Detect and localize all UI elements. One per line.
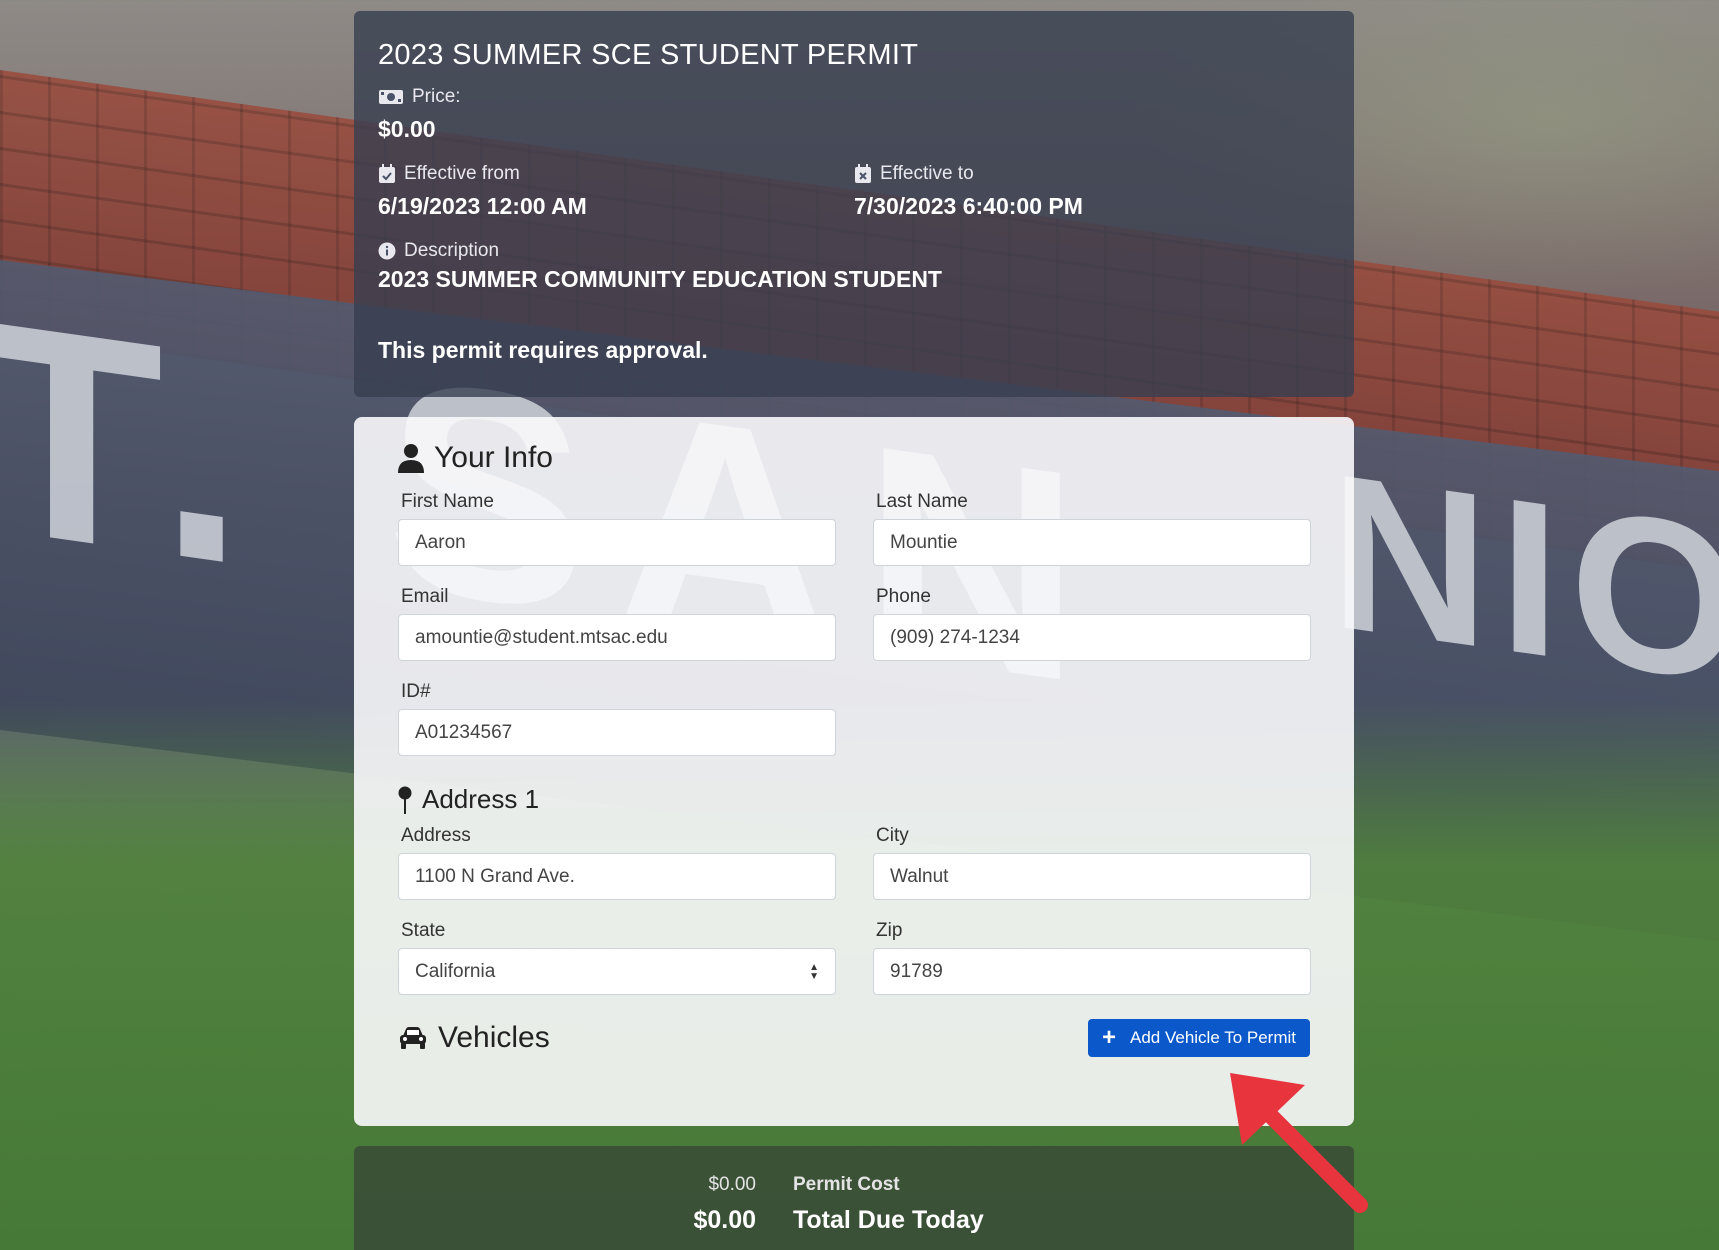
calendar-check-icon (379, 164, 395, 183)
effective-from-label: Effective from (404, 163, 520, 184)
your-info-heading: Your Info (398, 441, 1310, 475)
total-due-value: $0.00 (693, 1206, 756, 1234)
plus-icon: + (1101, 1024, 1116, 1051)
permit-details-panel: 2023 SUMMER SCE STUDENT PERMIT Price: $0… (354, 11, 1354, 397)
first-name-input[interactable]: Aaron (398, 519, 836, 566)
state-field: State California ▲ ▼ (398, 920, 836, 995)
city-field: City Walnut (873, 825, 1311, 900)
zip-field: Zip 91789 (873, 920, 1311, 995)
email-label: Email (401, 586, 449, 607)
phone-input[interactable]: (909) 274-1234 (873, 614, 1311, 661)
phone-label: Phone (876, 586, 931, 607)
street-address-field: Address 1100 N Grand Ave. (398, 825, 836, 900)
description-value: 2023 SUMMER COMMUNITY EDUCATION STUDENT (378, 266, 942, 292)
last-name-field: Last Name Mountie (873, 491, 1311, 566)
vehicles-heading-text: Vehicles (438, 1021, 550, 1054)
money-icon (379, 90, 403, 104)
price-label: Price: (412, 86, 461, 107)
annotation-arrow-icon (1230, 1073, 1368, 1213)
first-name-label: First Name (401, 491, 494, 512)
last-name-label: Last Name (876, 491, 968, 512)
price-label-row: Price: (378, 86, 1330, 108)
effective-to-label-row: Effective to (854, 163, 1330, 185)
id-label: ID# (401, 681, 431, 702)
approval-note: This permit requires approval. (378, 337, 708, 363)
address-heading: Address 1 (398, 784, 1310, 815)
vehicles-heading: Vehicles (398, 1021, 550, 1055)
street-address-input[interactable]: 1100 N Grand Ave. (398, 853, 836, 900)
effective-to-label: Effective to (880, 163, 974, 184)
state-select[interactable]: California ▲ ▼ (398, 948, 836, 995)
permit-cost-label: Permit Cost (793, 1174, 900, 1195)
city-input[interactable]: Walnut (873, 853, 1311, 900)
info-icon (378, 242, 396, 260)
state-selected-value: California (415, 960, 496, 982)
effective-to-value: 7/30/2023 6:40:00 PM (854, 193, 1083, 219)
vehicles-row: Vehicles + Add Vehicle To Permit (398, 1019, 1310, 1057)
city-label: City (876, 825, 909, 846)
last-name-input[interactable]: Mountie (873, 519, 1311, 566)
your-info-form-panel: Your Info First Name Aaron Last Name Mou… (354, 417, 1354, 1126)
your-info-heading-text: Your Info (434, 441, 553, 474)
total-due-label: Total Due Today (793, 1206, 984, 1234)
permit-cost-row: $0.00 Permit Cost (354, 1174, 1354, 1196)
total-due-row: $0.00 Total Due Today (354, 1206, 1354, 1235)
user-icon (398, 444, 424, 473)
map-pin-icon (398, 786, 412, 814)
add-vehicle-button-label: Add Vehicle To Permit (1130, 1028, 1296, 1047)
permit-cost-value: $0.00 (708, 1174, 756, 1195)
first-name-field: First Name Aaron (398, 491, 836, 566)
add-vehicle-button[interactable]: + Add Vehicle To Permit (1088, 1019, 1310, 1057)
description-label: Description (404, 240, 500, 261)
zip-label: Zip (876, 920, 903, 941)
permit-title: 2023 SUMMER SCE STUDENT PERMIT (378, 39, 919, 71)
zip-input[interactable]: 91789 (873, 948, 1311, 995)
select-caret-icon: ▲ ▼ (809, 961, 819, 982)
price-value: $0.00 (378, 116, 436, 142)
totals-panel: $0.00 Permit Cost $0.00 Total Due Today (354, 1146, 1354, 1250)
car-icon (400, 1027, 426, 1049)
address-heading-text: Address 1 (422, 784, 540, 814)
id-field: ID# A01234567 (398, 681, 836, 756)
email-input[interactable]: amountie@student.mtsac.edu (398, 614, 836, 661)
description-label-row: Description (378, 240, 1330, 262)
email-field: Email amountie@student.mtsac.edu (398, 586, 836, 661)
effective-from-value: 6/19/2023 12:00 AM (378, 193, 587, 219)
street-address-label: Address (401, 825, 471, 846)
id-input[interactable]: A01234567 (398, 709, 836, 756)
calendar-x-icon (855, 164, 871, 183)
effective-from-label-row: Effective from (378, 163, 854, 185)
state-label: State (401, 920, 446, 941)
phone-field: Phone (909) 274-1234 (873, 586, 1311, 661)
